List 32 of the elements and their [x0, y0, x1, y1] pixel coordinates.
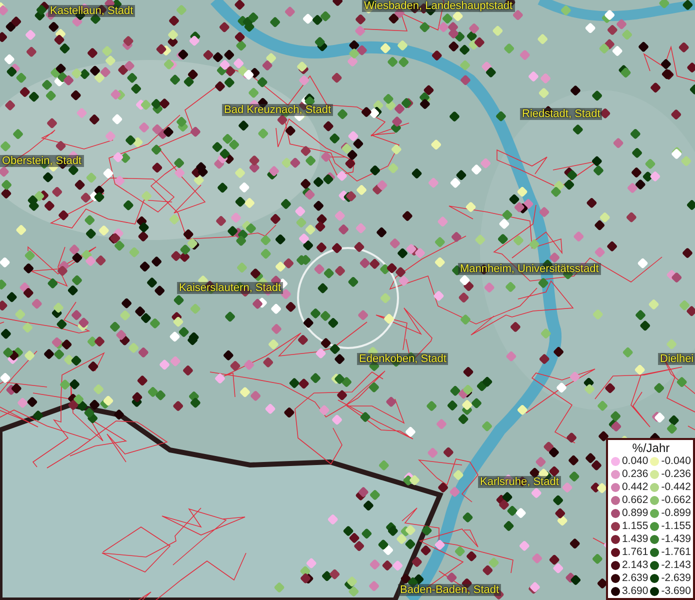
legend-value: 0.442	[622, 481, 648, 493]
place-label: Riedstadt, Stadt	[520, 108, 602, 120]
legend-value: -0.899	[661, 507, 691, 519]
legend-value: -1.439	[661, 533, 691, 545]
legend-value: -0.040	[661, 455, 691, 467]
place-label: Edenkoben, Stadt	[357, 353, 448, 365]
legend-value: 1.761	[622, 546, 648, 558]
legend-value: -0.442	[661, 481, 691, 493]
legend-value: 0.662	[622, 494, 648, 506]
legend-value: -2.639	[661, 572, 691, 584]
legend-value: 0.899	[622, 507, 648, 519]
legend-title: %/Jahr	[631, 441, 671, 455]
place-label: Kaiserslautern, Stadt	[177, 282, 284, 294]
legend-value: -0.662	[661, 494, 691, 506]
place-label: Mannheim, Universitätsstadt	[458, 263, 601, 275]
legend-value: 0.040	[622, 455, 648, 467]
place-label: Bad Kreuznach, Stadt	[222, 104, 334, 116]
place-label: Karlsruhe, Stadt	[478, 476, 561, 488]
legend-value: -1.761	[661, 546, 691, 558]
legend-value: 3.690	[622, 585, 648, 597]
legend-value: 2.143	[622, 559, 648, 571]
legend-value: -1.155	[661, 520, 691, 532]
legend-value: -0.236	[661, 468, 691, 480]
legend-value: -3.690	[661, 585, 691, 597]
legend-value: 1.155	[622, 520, 648, 532]
place-label: Dielhei	[658, 353, 695, 365]
legend-value: -2.143	[661, 559, 691, 571]
place-label: Baden-Baden, Stadt	[398, 584, 502, 596]
legend-value: 2.639	[622, 572, 648, 584]
legend-value: 0.236	[622, 468, 648, 480]
place-label: Kastellaun, Stadt	[48, 5, 136, 17]
legend-value: 1.439	[622, 533, 648, 545]
